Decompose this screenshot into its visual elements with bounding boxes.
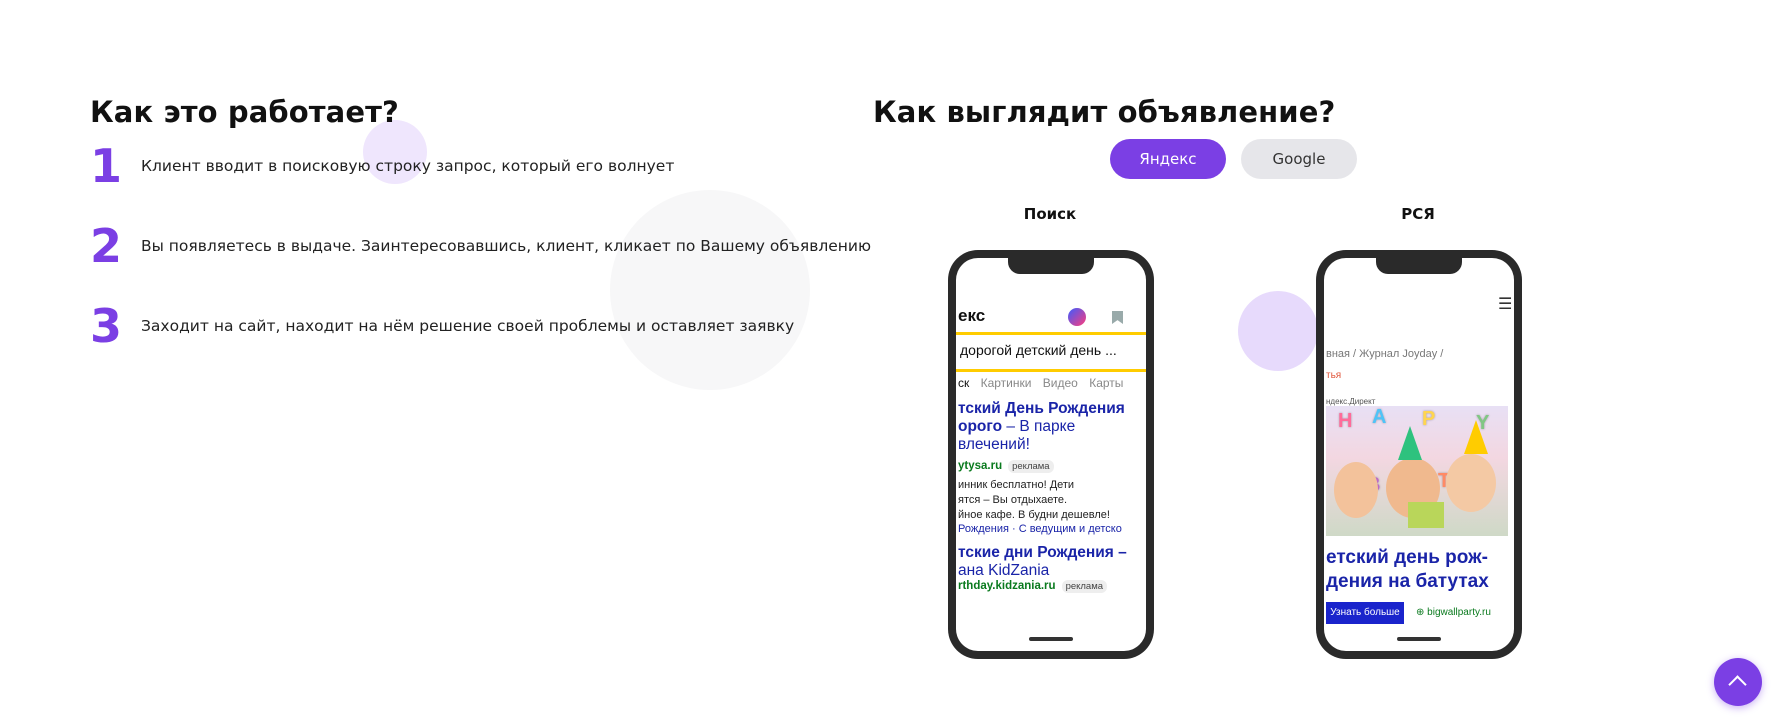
- ad-badge: реклама: [1061, 580, 1108, 593]
- tab-google[interactable]: Google: [1241, 139, 1357, 179]
- ad-badge: реклама: [1008, 460, 1054, 473]
- phone-screen: ☰ вная / Журнал Joyday / тья ндекс.Дирек…: [1324, 258, 1514, 651]
- plus-icon: [1068, 308, 1086, 326]
- ad-image: H A P Y B T: [1326, 406, 1508, 536]
- ad-title: тский День Рождения орого – В парке влеч…: [958, 400, 1125, 454]
- ad-title-line: тский День Рождения: [958, 400, 1125, 417]
- search-tabs: ск Картинки Видео Карты: [958, 376, 1131, 390]
- search-tab: Видео: [1042, 376, 1078, 390]
- ad-text-line: ятся – Вы отдыхаете.: [958, 494, 1068, 506]
- ad-site-text: bigwallparty.ru: [1427, 607, 1491, 618]
- ad-title-line: орого – В парке: [958, 418, 1125, 436]
- chevron-up-icon: [1728, 675, 1747, 694]
- breadcrumb: вная / Журнал Joyday /: [1326, 348, 1444, 360]
- step-item: 2 Вы появляетесь в выдаче. Заинтересовав…: [90, 216, 871, 276]
- ad-text-line: йное кафе. В будни дешевле!: [958, 509, 1110, 521]
- search-label: Поиск: [1023, 205, 1077, 223]
- search-tab: Картинки: [980, 376, 1032, 390]
- ad-text: инник бесплатно! Дети ятся – Вы отдыхает…: [958, 478, 1110, 523]
- step-text: Клиент вводит в поисковую строку запрос,…: [141, 157, 675, 175]
- ad-preview-title: Как выглядит объявление?: [873, 95, 1336, 130]
- learn-more-button: Узнать больше: [1326, 602, 1404, 624]
- ad-title: тские дни Рождения – ана KidZania: [958, 544, 1127, 580]
- phone-search-mockup: екс дорогой детский день ... ск Картинки…: [948, 250, 1154, 659]
- ad-domain: ytysa.ru реклама: [958, 460, 1054, 473]
- ad-site: ⊕ bigwallparty.ru: [1416, 607, 1491, 618]
- tab-yandex[interactable]: Яндекс: [1110, 139, 1226, 179]
- step-item: 1 Клиент вводит в поисковую строку запро…: [90, 136, 810, 196]
- phone-notch: [1008, 258, 1094, 274]
- phone-notch: [1376, 258, 1462, 274]
- home-indicator: [1397, 637, 1441, 641]
- ad-domain: rthday.kidzania.ru реклама: [958, 580, 1108, 593]
- ad-title-part: – В парке: [1002, 418, 1076, 435]
- search-tab: Карты: [1089, 376, 1124, 390]
- search-tab: ск: [958, 376, 970, 390]
- ad-title-line: дения на батутах: [1326, 571, 1489, 592]
- ad-title-line: тские дни Рождения –: [958, 544, 1127, 561]
- step-number: 1: [90, 139, 123, 193]
- breadcrumb-current: тья: [1326, 370, 1342, 381]
- home-indicator: [1029, 637, 1073, 641]
- ad-text-line: инник бесплатно! Дети: [958, 479, 1075, 491]
- step-item: 3 Заходит на сайт, находит на нём решени…: [90, 296, 810, 356]
- ad-preview-section: Как выглядит объявление? Яндекс Google П…: [873, 0, 1733, 721]
- ad-sitelinks: Рождения · С ведущим и детско: [958, 523, 1122, 535]
- yandex-logo: екс: [958, 306, 986, 325]
- phone-screen: екс дорогой детский день ... ск Картинки…: [956, 258, 1146, 651]
- bookmark-icon: [1112, 311, 1123, 324]
- menu-icon: ☰: [1498, 294, 1513, 313]
- ad-title-part: орого: [958, 418, 1003, 435]
- ad-title: етский день рож- дения на батутах: [1326, 546, 1489, 594]
- ad-domain-text: ytysa.ru: [958, 460, 1003, 472]
- phone-rsya-mockup: ☰ вная / Журнал Joyday / тья ндекс.Дирек…: [1316, 250, 1522, 659]
- search-query: дорогой детский день ...: [956, 332, 1146, 372]
- step-text: Вы появляетесь в выдаче. Заинтересовавши…: [141, 237, 872, 255]
- rsya-label: РСЯ: [1401, 205, 1435, 223]
- ad-title-line: влечений!: [958, 436, 1030, 453]
- step-text: Заходит на сайт, находит на нём решение …: [141, 317, 795, 335]
- step-number: 2: [90, 219, 123, 273]
- ad-title-line: етский день рож-: [1326, 547, 1488, 568]
- ad-title-line: ана KidZania: [958, 562, 1050, 579]
- ad-source-label: ндекс.Директ: [1326, 397, 1376, 406]
- ad-domain-text: rthday.kidzania.ru: [958, 580, 1056, 592]
- how-it-works-title: Как это работает?: [90, 95, 399, 130]
- scroll-to-top-button[interactable]: [1714, 658, 1762, 706]
- step-number: 3: [90, 299, 123, 353]
